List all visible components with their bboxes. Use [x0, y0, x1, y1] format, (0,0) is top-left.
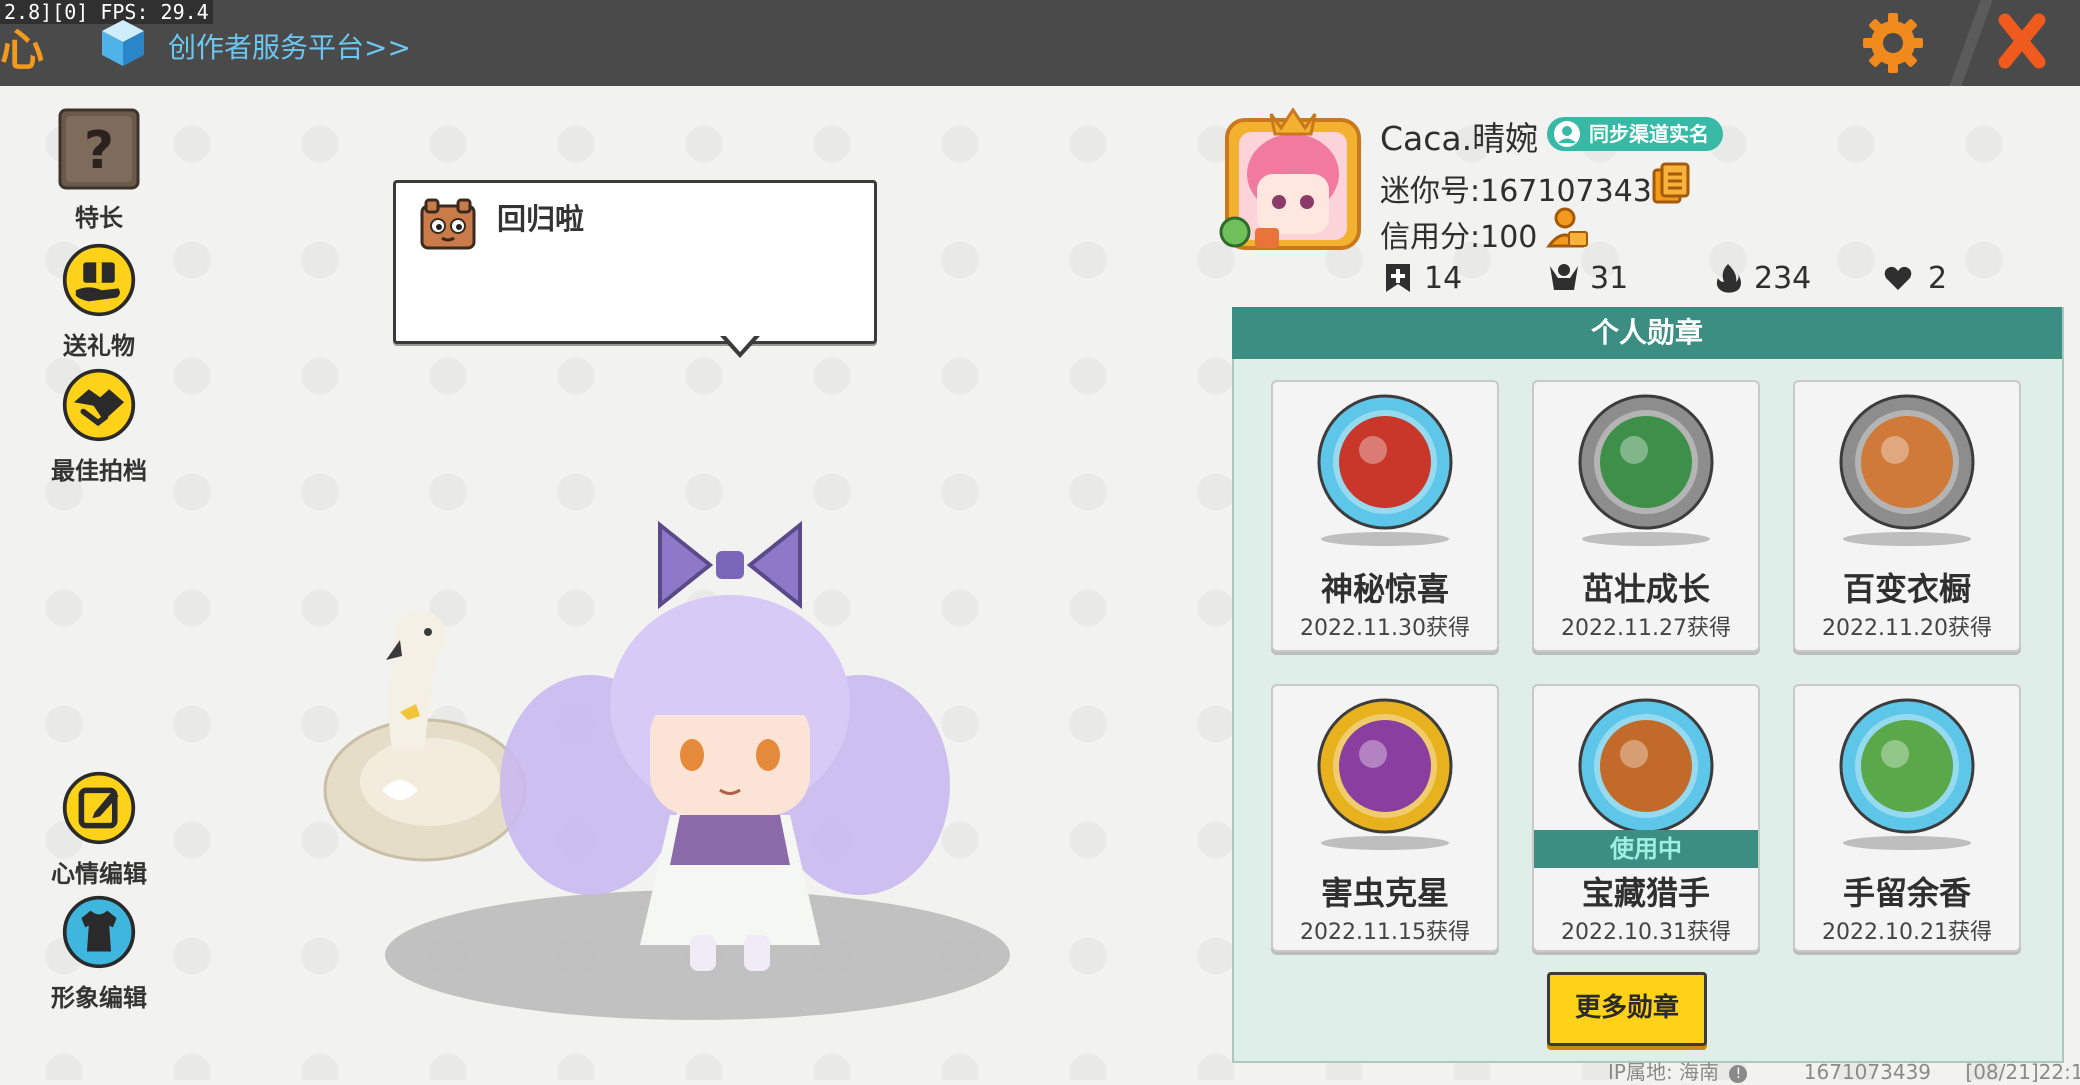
nickname: Caca.晴婉 — [1380, 119, 1539, 158]
medal-card[interactable]: 百变衣橱 2022.11.20获得 — [1793, 380, 2021, 652]
medal-shadow — [1321, 836, 1449, 850]
followers-icon — [1550, 264, 1578, 290]
medal-date: 2022.10.21获得 — [1822, 920, 1992, 945]
mood-text: 回归啦 — [497, 202, 585, 236]
medal-shadow — [1582, 532, 1710, 546]
medal-card[interactable]: 手留余香 2022.10.21获得 — [1793, 684, 2021, 952]
mood-face-icon — [420, 198, 476, 250]
medal-date: 2022.11.15获得 — [1300, 920, 1470, 945]
medal-shadow — [1321, 532, 1449, 546]
medal-panel-title: 个人勋章 — [1232, 307, 2062, 359]
add-friend-icon — [1386, 264, 1410, 292]
medal-name: 害虫克星 — [1320, 874, 1449, 912]
medal-badge-icon — [1578, 394, 1714, 530]
send-gift-label: 送礼物 — [63, 332, 135, 360]
medal-name: 茁壮成长 — [1581, 570, 1710, 608]
outfit-edit-label: 形象编辑 — [51, 984, 147, 1012]
stat-friends-value: 14 — [1424, 261, 1463, 296]
heart-icon — [1884, 266, 1912, 290]
stat-followers-value: 31 — [1590, 261, 1629, 296]
gear-icon[interactable] — [1858, 8, 1928, 78]
ip-location: IP属地: 海南 — [1608, 1060, 1720, 1084]
stat-friends: 14 — [1382, 262, 1462, 296]
mood-bubble-tail-fill — [724, 334, 756, 352]
medal-name: 宝藏猎手 — [1581, 874, 1710, 912]
mood-edit-button[interactable]: 心情编辑 — [34, 770, 164, 889]
info-icon[interactable]: ! — [1729, 1065, 1748, 1083]
handshake-icon — [62, 368, 136, 442]
medal-badge-icon — [1839, 394, 1975, 530]
player-avatar-figure — [500, 520, 950, 971]
stat-popularity-value: 234 — [1754, 261, 1812, 296]
creator-cube-icon[interactable] — [100, 18, 146, 68]
talent-button[interactable]: ? 特长 — [34, 108, 164, 233]
edit-icon — [62, 771, 136, 845]
stat-followers: 31 — [1548, 262, 1628, 296]
credit-score: 信用分:100 — [1380, 220, 1538, 255]
svg-text:?: ? — [84, 121, 114, 181]
outfit-edit-button[interactable]: 形象编辑 — [34, 894, 164, 1013]
fire-icon — [1716, 264, 1741, 293]
stat-popularity: 234 — [1712, 262, 1811, 296]
medal-name: 神秘惊喜 — [1320, 570, 1449, 608]
medal-date: 2022.10.31获得 — [1561, 920, 1731, 945]
stat-likes: 2 — [1878, 262, 1947, 296]
medal-shadow — [1843, 532, 1971, 546]
profile-avatar[interactable] — [1215, 104, 1371, 254]
medal-card[interactable]: 茁壮成长 2022.11.27获得 — [1532, 380, 1760, 652]
credit-user-icon[interactable] — [1545, 206, 1589, 250]
question-block-icon: ? — [58, 108, 140, 190]
mini-id: 迷你号:1671073439 — [1380, 174, 1671, 209]
medal-card[interactable]: 害虫克星 2022.11.15获得 — [1271, 684, 1499, 952]
user-verified-icon — [1554, 121, 1580, 147]
creator-platform-link[interactable]: 创作者服务平台>> — [168, 26, 411, 66]
mood-edit-label: 心情编辑 — [51, 860, 147, 888]
send-gift-button[interactable]: 送礼物 — [34, 242, 164, 361]
medal-date: 2022.11.27获得 — [1561, 616, 1731, 641]
talent-label: 特长 — [75, 204, 123, 232]
gift-hand-icon — [62, 243, 136, 317]
footer-uid: 1671073439 — [1803, 1060, 1932, 1084]
medal-date: 2022.11.20获得 — [1822, 616, 1992, 641]
medal-shadow — [1843, 836, 1971, 850]
medal-badge-icon — [1839, 698, 1975, 834]
footer-timestamp: [08/21]22:19 0 — [1965, 1060, 2080, 1084]
medal-badge-icon — [1317, 698, 1453, 834]
medal-name: 手留余香 — [1842, 874, 1971, 912]
best-partner-button[interactable]: 最佳拍档 — [34, 367, 164, 486]
medal-badge-icon — [1578, 698, 1714, 834]
more-medals-button[interactable]: 更多勋章 — [1547, 972, 1707, 1046]
copy-icon[interactable] — [1652, 162, 1690, 204]
stat-likes-value: 2 — [1928, 261, 1948, 296]
close-icon[interactable] — [1965, 0, 2080, 86]
medal-card[interactable]: 使用中宝藏猎手 2022.10.31获得 — [1532, 684, 1760, 952]
best-partner-label: 最佳拍档 — [51, 457, 147, 485]
medal-in-use-tag: 使用中 — [1534, 830, 1758, 868]
medal-card[interactable]: 神秘惊喜 2022.11.30获得 — [1271, 380, 1499, 652]
footer-info: IP属地: 海南 ! 1671073439 [08/21]22:19 0 — [1608, 1056, 2080, 1085]
medal-badge-icon — [1317, 394, 1453, 530]
outfit-icon — [62, 895, 136, 969]
medal-name: 百变衣橱 — [1842, 570, 1971, 608]
medal-date: 2022.11.30获得 — [1300, 616, 1470, 641]
